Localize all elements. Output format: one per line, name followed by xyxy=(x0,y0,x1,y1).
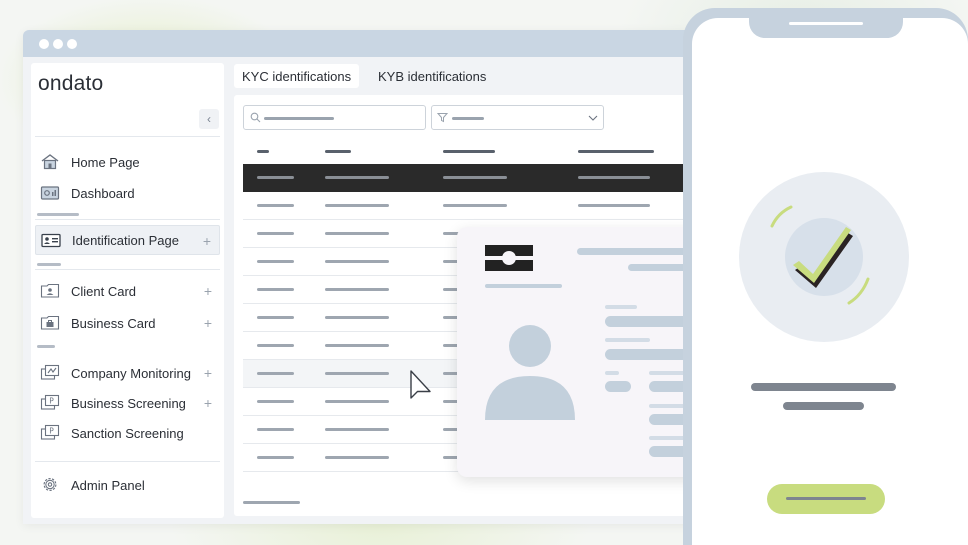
filter-select[interactable] xyxy=(431,105,604,130)
expand-plus-icon[interactable]: + xyxy=(204,283,212,299)
section-marker xyxy=(37,213,79,216)
card-flag-icon xyxy=(485,245,533,271)
browser-titlebar xyxy=(23,30,723,57)
column-header[interactable] xyxy=(443,150,495,153)
sidebar-item-admin-panel[interactable]: Admin Panel xyxy=(35,470,220,500)
column-header[interactable] xyxy=(257,150,269,153)
phone-subtitle-line xyxy=(783,402,864,410)
section-marker xyxy=(37,263,61,266)
table-row[interactable] xyxy=(243,192,723,220)
sidebar-divider xyxy=(35,219,220,220)
sanction-screening-icon: P xyxy=(40,424,60,440)
window-dot-3[interactable] xyxy=(67,39,77,49)
sidebar-divider xyxy=(35,136,220,137)
table-row[interactable] xyxy=(243,164,723,192)
sidebar-item-label: Business Screening xyxy=(71,395,186,411)
card-line xyxy=(605,338,650,342)
expand-plus-icon[interactable]: + xyxy=(204,365,212,381)
sidebar-item-label: Company Monitoring xyxy=(71,365,191,381)
filter-placeholder xyxy=(452,117,484,120)
pagination-placeholder[interactable] xyxy=(243,501,300,504)
filter-icon xyxy=(437,113,448,123)
phone-continue-button[interactable] xyxy=(767,484,885,514)
phone-button-label-line xyxy=(786,497,866,500)
svg-text:P: P xyxy=(49,397,54,406)
sidebar-item-label: Home Page xyxy=(71,154,140,170)
phone-screen xyxy=(692,18,968,545)
sidebar-item-company-monitoring[interactable]: Company Monitoring + xyxy=(35,358,220,388)
window-dot-2[interactable] xyxy=(53,39,63,49)
column-header[interactable] xyxy=(325,150,351,153)
sidebar: ondato ‹ Home Page Dashboard Identificat… xyxy=(31,63,224,518)
success-check-icon xyxy=(739,172,909,342)
sidebar-item-client-card[interactable]: Client Card + xyxy=(35,276,220,306)
chevron-left-icon: ‹ xyxy=(207,112,211,126)
phone-speaker xyxy=(789,22,863,25)
home-icon xyxy=(41,154,59,170)
sidebar-item-identification[interactable]: Identification Page + xyxy=(35,225,220,255)
gear-icon xyxy=(43,478,57,491)
avatar-icon xyxy=(485,325,575,420)
id-card-icon xyxy=(41,233,61,248)
chevron-down-icon xyxy=(588,115,598,121)
column-header[interactable] xyxy=(578,150,654,153)
sidebar-item-dashboard[interactable]: Dashboard xyxy=(35,178,220,208)
company-monitoring-icon xyxy=(40,364,60,380)
svg-text:P: P xyxy=(49,427,54,436)
collapse-sidebar-button[interactable]: ‹ xyxy=(199,109,219,129)
client-card-icon xyxy=(40,283,60,298)
card-line xyxy=(605,381,631,392)
sidebar-item-home[interactable]: Home Page xyxy=(35,147,220,177)
phone-notch xyxy=(749,18,903,38)
business-screening-icon: P xyxy=(40,394,60,410)
expand-plus-icon[interactable]: + xyxy=(204,395,212,411)
sidebar-item-label: Identification Page xyxy=(72,232,179,248)
sidebar-item-label: Admin Panel xyxy=(71,477,145,493)
sidebar-item-label: Business Card xyxy=(71,315,156,331)
cursor-icon xyxy=(410,370,431,399)
tab-kyb-identifications[interactable]: KYB identifications xyxy=(370,64,494,88)
search-icon xyxy=(250,112,261,123)
card-line xyxy=(605,305,637,309)
phone-title-line xyxy=(751,383,896,391)
window-dot-1[interactable] xyxy=(39,39,49,49)
search-placeholder xyxy=(264,117,334,120)
business-card-icon xyxy=(40,315,60,330)
section-marker xyxy=(37,345,55,348)
expand-plus-icon[interactable]: + xyxy=(203,233,211,249)
dashboard-icon xyxy=(40,186,60,200)
id-card-illustration xyxy=(457,227,717,477)
sidebar-item-label: Sanction Screening xyxy=(71,425,184,441)
logo: ondato xyxy=(38,72,104,95)
sidebar-item-business-card[interactable]: Business Card + xyxy=(35,308,220,338)
table-header-row xyxy=(243,137,723,165)
phone-mockup xyxy=(683,8,968,545)
sidebar-divider xyxy=(35,461,220,462)
search-input[interactable] xyxy=(243,105,426,130)
sidebar-item-sanction-screening[interactable]: P Sanction Screening xyxy=(35,418,220,448)
tab-kyc-identifications[interactable]: KYC identifications xyxy=(234,64,360,88)
sidebar-item-business-screening[interactable]: P Business Screening + xyxy=(35,388,220,418)
sidebar-item-label: Client Card xyxy=(71,283,137,299)
sidebar-item-label: Dashboard xyxy=(71,185,135,201)
expand-plus-icon[interactable]: + xyxy=(204,315,212,331)
sidebar-divider xyxy=(35,269,220,270)
card-line xyxy=(605,371,619,375)
card-line xyxy=(485,284,562,288)
